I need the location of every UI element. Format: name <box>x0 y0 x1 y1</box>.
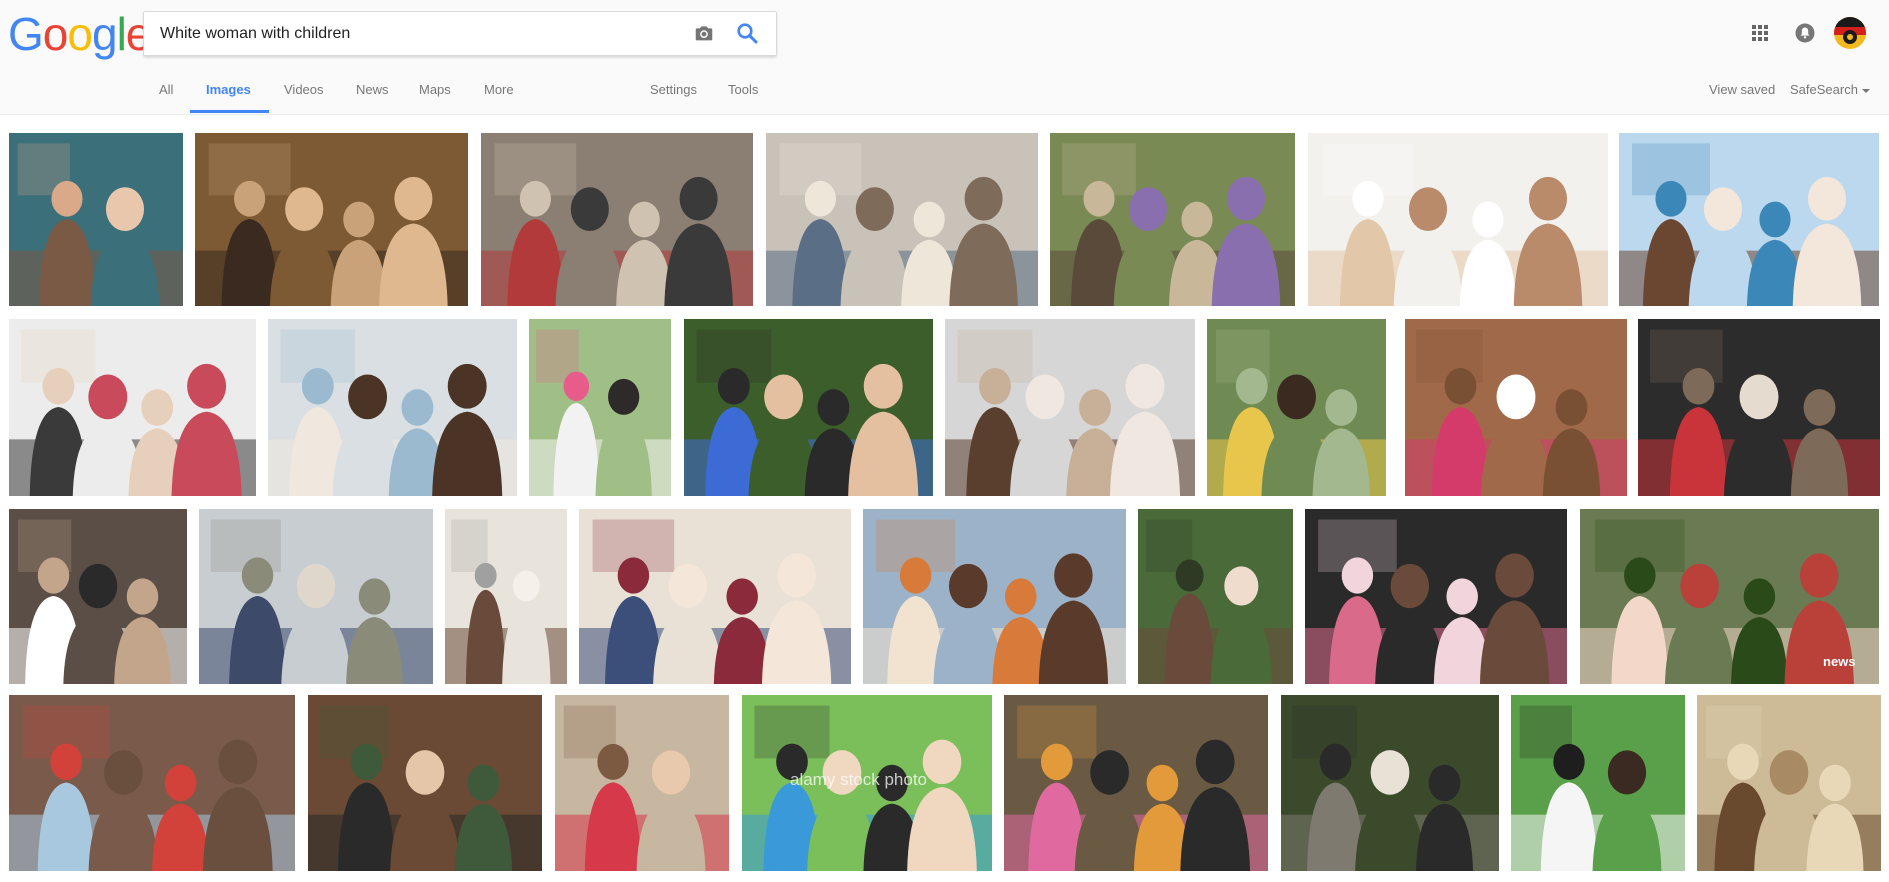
tab-settings[interactable]: Settings <box>650 82 697 97</box>
image-result[interactable] <box>529 319 671 496</box>
image-result[interactable] <box>268 319 517 496</box>
tab-videos[interactable]: Videos <box>284 82 324 97</box>
image-result[interactable] <box>9 133 183 306</box>
logo-letter: G <box>8 8 44 60</box>
view-saved-link[interactable]: View saved <box>1709 82 1775 97</box>
image-result[interactable] <box>1405 319 1627 496</box>
image-result[interactable] <box>481 133 753 306</box>
image-result[interactable] <box>1207 319 1386 496</box>
image-result[interactable] <box>1511 695 1685 871</box>
image-result[interactable] <box>863 509 1126 684</box>
image-result[interactable] <box>684 319 933 496</box>
image-result[interactable] <box>579 509 851 684</box>
image-result[interactable] <box>9 509 187 684</box>
image-result[interactable] <box>195 133 468 306</box>
apps-grid-icon[interactable] <box>1751 24 1769 42</box>
image-result[interactable] <box>1619 133 1879 306</box>
search-input[interactable] <box>158 20 682 48</box>
image-result[interactable] <box>766 133 1038 306</box>
image-result[interactable] <box>742 695 992 871</box>
avatar[interactable] <box>1834 17 1866 49</box>
image-result[interactable] <box>1050 133 1295 306</box>
image-result[interactable] <box>945 319 1195 496</box>
image-result[interactable] <box>1580 509 1879 684</box>
tab-more[interactable]: More <box>484 82 514 97</box>
tab-news[interactable]: News <box>356 82 389 97</box>
image-result[interactable] <box>1004 695 1268 871</box>
tab-tools[interactable]: Tools <box>728 82 758 97</box>
image-result[interactable] <box>1281 695 1499 871</box>
search-icon[interactable] <box>735 21 759 45</box>
camera-icon[interactable] <box>693 22 715 44</box>
search-tabs: All Images Videos News Maps More Setting… <box>0 72 1889 114</box>
search-box[interactable] <box>143 11 777 56</box>
image-result[interactable] <box>9 695 295 871</box>
tab-images[interactable]: Images <box>206 82 251 97</box>
active-tab-indicator <box>190 110 269 113</box>
image-result[interactable] <box>445 509 567 684</box>
safesearch-menu[interactable]: SafeSearch <box>1790 82 1870 97</box>
image-result[interactable] <box>1638 319 1880 496</box>
logo-letter: o <box>67 8 93 60</box>
google-logo[interactable]: Google <box>8 8 151 60</box>
image-result[interactable] <box>1138 509 1293 684</box>
bell-icon[interactable] <box>1795 23 1815 43</box>
logo-letter: g <box>91 8 118 60</box>
tab-all[interactable]: All <box>159 82 173 97</box>
image-result[interactable] <box>1308 133 1608 306</box>
image-result[interactable] <box>308 695 542 871</box>
tab-maps[interactable]: Maps <box>419 82 451 97</box>
logo-letter: o <box>42 8 69 60</box>
image-result[interactable] <box>1305 509 1567 684</box>
logo-letter: l <box>116 8 127 60</box>
image-results-grid: alamy stock photo news <box>0 0 1889 882</box>
safesearch-label: SafeSearch <box>1790 82 1858 97</box>
image-result[interactable] <box>1697 695 1881 871</box>
image-result[interactable] <box>555 695 729 871</box>
image-result[interactable] <box>199 509 433 684</box>
chevron-down-icon <box>1861 88 1870 93</box>
image-result[interactable] <box>9 319 256 496</box>
top-header: Google All Images Videos <box>0 0 1889 115</box>
